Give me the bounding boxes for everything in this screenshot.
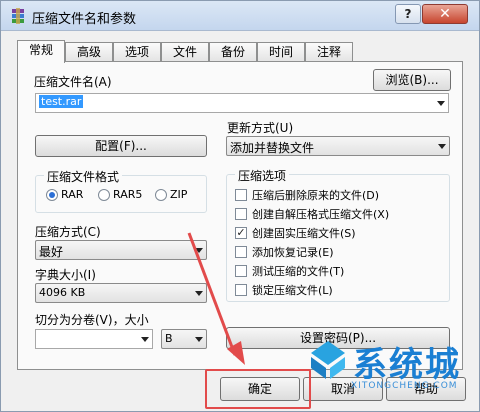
split-unit-value: B: [165, 332, 173, 345]
update-mode-dropdown-arrow-icon[interactable]: [438, 144, 446, 149]
split-size-dropdown-arrow-icon[interactable]: [141, 337, 149, 342]
delete-after-label: 压缩后删除原来的文件(D): [252, 189, 380, 202]
dictionary-size-label: 字典大小(I): [35, 268, 96, 282]
format-rar-label: RAR: [61, 188, 84, 201]
dictionary-size-select[interactable]: 4096 KB: [35, 283, 207, 303]
tab-advanced[interactable]: 高级: [65, 42, 113, 62]
tab-backup[interactable]: 备份: [209, 42, 257, 62]
split-unit-select[interactable]: B: [161, 329, 207, 349]
browse-button[interactable]: 浏览(B)...: [373, 69, 451, 91]
help-icon[interactable]: ?: [395, 4, 421, 24]
test-files-checkbox[interactable]: [235, 265, 247, 277]
archive-name-value: test.rar: [39, 95, 84, 108]
dictionary-size-value: 4096 KB: [39, 286, 86, 299]
dictionary-size-dropdown-arrow-icon[interactable]: [195, 291, 203, 296]
watermark: 系统城 XITONGCHENG.COM: [303, 335, 480, 409]
compression-method-label: 压缩方式(C): [35, 225, 101, 239]
compression-method-dropdown-arrow-icon[interactable]: [195, 248, 203, 253]
tab-files[interactable]: 文件: [161, 42, 209, 62]
test-files-label: 测试压缩的文件(T): [252, 265, 345, 278]
winrar-app-icon: [12, 8, 24, 24]
profiles-button[interactable]: 配置(F)...: [35, 135, 207, 157]
format-rar-radio[interactable]: [46, 189, 58, 201]
create-sfx-label: 创建自解压格式压缩文件(X): [252, 208, 390, 221]
format-rar5-label: RAR5: [113, 188, 143, 201]
archive-name-dropdown-arrow-icon[interactable]: [437, 101, 445, 106]
format-zip-radio[interactable]: [155, 189, 167, 201]
create-sfx-checkbox[interactable]: [235, 208, 247, 220]
watermark-url: XITONGCHENG.COM: [351, 381, 458, 391]
watermark-text: 系统城: [353, 345, 461, 385]
tab-comment[interactable]: 注释: [305, 42, 353, 62]
close-icon[interactable]: ✕: [422, 4, 468, 24]
archive-dialog: 压缩文件名和参数 ? ✕ 常规 高级 选项 文件 备份 时间 注释 压缩文件名(…: [0, 0, 480, 412]
archive-format-group-title: 压缩文件格式: [44, 168, 123, 185]
recovery-record-checkbox[interactable]: [235, 246, 247, 258]
compression-method-value: 最好: [39, 245, 64, 259]
lock-archive-label: 锁定压缩文件(L): [252, 284, 333, 297]
tab-options[interactable]: 选项: [113, 42, 161, 62]
archive-options-group-title: 压缩选项: [235, 167, 290, 184]
create-solid-label: 创建固实压缩文件(S): [252, 227, 356, 240]
split-unit-dropdown-arrow-icon[interactable]: [195, 337, 203, 342]
split-volumes-label: 切分为分卷(V)，大小: [35, 313, 149, 327]
update-mode-label: 更新方式(U): [227, 121, 294, 135]
update-mode-select[interactable]: 添加并替换文件: [226, 136, 450, 156]
format-rar5-radio[interactable]: [98, 189, 110, 201]
lock-archive-checkbox[interactable]: [235, 284, 247, 296]
archive-name-input[interactable]: test.rar: [35, 93, 449, 113]
tab-general[interactable]: 常规: [17, 40, 65, 63]
create-solid-checkbox[interactable]: ✓: [235, 227, 247, 239]
tab-time[interactable]: 时间: [257, 42, 305, 62]
recovery-record-label: 添加恢复记录(E): [252, 246, 334, 259]
delete-after-checkbox[interactable]: [235, 189, 247, 201]
format-zip-label: ZIP: [170, 188, 188, 201]
general-panel: 压缩文件名(A) 浏览(B)... test.rar 配置(F)... 更新方式…: [17, 61, 463, 370]
compression-method-select[interactable]: 最好: [35, 240, 207, 260]
watermark-logo-icon: [311, 341, 345, 379]
split-size-input[interactable]: [35, 329, 153, 349]
update-mode-value: 添加并替换文件: [230, 141, 315, 155]
annotation-highlight-box: [205, 369, 311, 409]
title-bar[interactable]: 压缩文件名和参数 ? ✕: [1, 1, 479, 31]
archive-name-label: 压缩文件名(A): [34, 75, 112, 89]
window-title: 压缩文件名和参数: [32, 12, 137, 27]
